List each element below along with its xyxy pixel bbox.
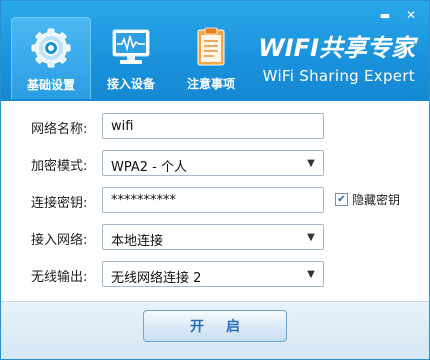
brand-subtitle: WiFi Sharing Expert (262, 67, 415, 85)
tab-label: 基础设置 (26, 78, 75, 92)
wireless-output-select[interactable]: 无线网络连接 2 ▼ (102, 261, 324, 287)
wireless-output-row: 无线输出: 无线网络连接 2 ▼ (1, 261, 429, 287)
tab-basic-settings[interactable]: 基础设置 (11, 17, 91, 99)
tab-label: 接入设备 (106, 77, 155, 91)
header-bar: ▬ ✕ 基础设置 接入设备 注意事项 WIFI共享专家 WiFi Sharing… (1, 1, 429, 101)
access-network-value: 本地连接 (111, 234, 164, 249)
password-label: 连接密钥: (31, 196, 88, 211)
password-input[interactable]: ********** (102, 187, 324, 213)
tab-bar: 基础设置 接入设备 注意事项 (11, 17, 251, 99)
brand-logo: WIFI共享专家 WiFi Sharing Expert (258, 35, 415, 85)
password-row: 连接密钥: ********** ✔ 隐藏密钥 (1, 187, 429, 213)
tab-connected-devices[interactable]: 接入设备 (91, 17, 171, 99)
notepad-icon (197, 27, 225, 66)
gear-icon (31, 28, 71, 68)
settings-form: 网络名称: wifi 加密模式: WPA2 - 个人 ▼ 连接密钥: *****… (1, 101, 429, 301)
hide-key-label: 隐藏密钥 (352, 193, 401, 207)
app-window: ▬ ✕ 基础设置 接入设备 注意事项 WIFI共享专家 WiFi Sharing… (0, 0, 430, 360)
encryption-label: 加密模式: (31, 159, 88, 174)
access-network-label: 接入网络: (31, 233, 88, 248)
network-name-label: 网络名称: (31, 122, 88, 137)
window-controls: ▬ ✕ (373, 7, 423, 24)
chevron-down-icon[interactable]: ▼ (300, 226, 322, 248)
tab-label: 注意事项 (186, 77, 235, 91)
encryption-select[interactable]: WPA2 - 个人 ▼ (102, 150, 324, 176)
close-button[interactable]: ✕ (399, 7, 423, 24)
hide-key-checkbox[interactable]: ✔ (335, 193, 348, 206)
chevron-down-icon[interactable]: ▼ (300, 263, 322, 285)
tab-notes[interactable]: 注意事项 (171, 17, 251, 99)
access-network-select[interactable]: 本地连接 ▼ (102, 224, 324, 250)
access-network-row: 接入网络: 本地连接 ▼ (1, 224, 429, 250)
monitor-icon (112, 29, 150, 64)
wireless-output-label: 无线输出: (31, 270, 88, 285)
wireless-output-value: 无线网络连接 2 (111, 271, 202, 286)
network-name-input[interactable]: wifi (102, 113, 324, 139)
hide-key-option[interactable]: ✔ 隐藏密钥 (335, 191, 400, 208)
minimize-button[interactable]: ▬ (373, 7, 397, 24)
brand-title: WIFI共享专家 (258, 34, 415, 62)
footer-bar: 开启 (1, 301, 429, 359)
network-name-row: 网络名称: wifi (1, 113, 429, 139)
start-button[interactable]: 开启 (143, 310, 287, 342)
encryption-row: 加密模式: WPA2 - 个人 ▼ (1, 150, 429, 176)
chevron-down-icon[interactable]: ▼ (300, 152, 322, 174)
encryption-value: WPA2 - 个人 (111, 160, 187, 175)
